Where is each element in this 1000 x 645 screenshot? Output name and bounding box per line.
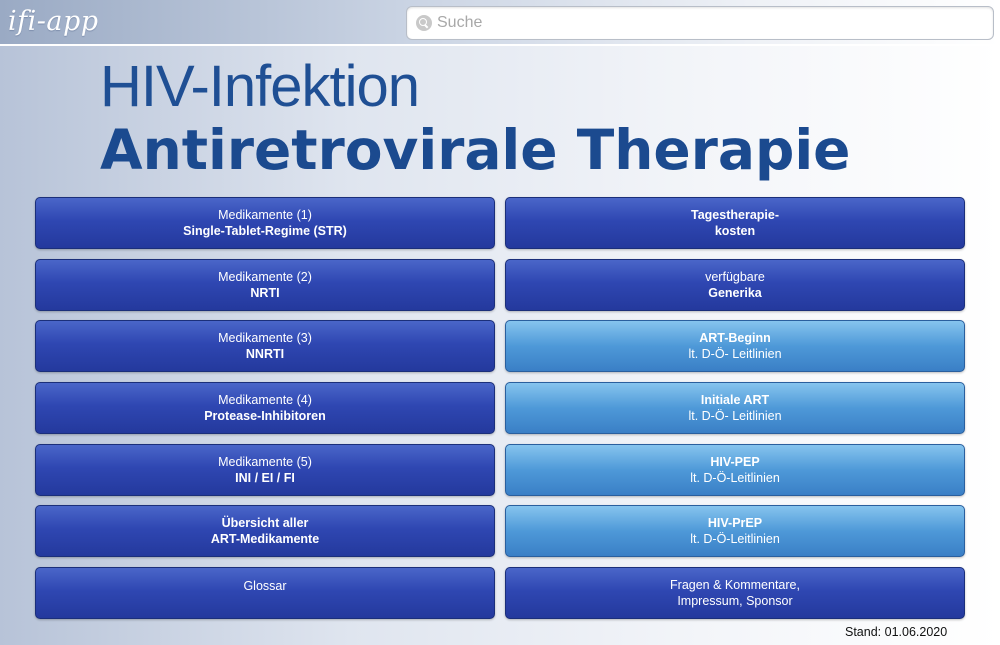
art-beginn-button[interactable]: ART-Beginn lt. D-Ö- Leitlinien bbox=[505, 320, 965, 372]
top-bar: ifi-app bbox=[0, 0, 1000, 46]
button-line1: Medikamente (4) bbox=[218, 393, 312, 407]
hiv-prep-button[interactable]: HIV-PrEP lt. D-Ö-Leitlinien bbox=[505, 505, 965, 557]
button-line1: ART-Beginn bbox=[699, 331, 771, 345]
button-line2: NRTI bbox=[250, 286, 280, 300]
button-line2: Generika bbox=[708, 286, 762, 300]
button-line1: Übersicht aller bbox=[221, 516, 309, 530]
hiv-pep-button[interactable]: HIV-PEP lt. D-Ö-Leitlinien bbox=[505, 444, 965, 496]
button-line2: NNRTI bbox=[245, 347, 285, 361]
medikamente-2-button[interactable]: Medikamente (2) NRTI bbox=[35, 259, 495, 311]
button-line1: Initiale ART bbox=[700, 393, 770, 407]
button-line2: INI / EI / FI bbox=[235, 471, 295, 485]
medikamente-3-button[interactable]: Medikamente (3) NNRTI bbox=[35, 320, 495, 372]
button-line1: Glossar bbox=[243, 579, 287, 593]
tagestherapiekosten-button[interactable]: Tagestherapie- kosten bbox=[505, 197, 965, 249]
button-line2: lt. D-Ö-Leitlinien bbox=[690, 532, 780, 546]
button-line1: HIV-PrEP bbox=[707, 516, 763, 530]
generika-button[interactable]: verfügbare Generika bbox=[505, 259, 965, 311]
page-subtitle: Antiretrovirale Therapie bbox=[100, 118, 851, 182]
initiale-art-button[interactable]: Initiale ART lt. D-Ö- Leitlinien bbox=[505, 382, 965, 434]
glossar-button[interactable]: Glossar bbox=[35, 567, 495, 619]
button-line1: Fragen & Kommentare, bbox=[670, 578, 800, 592]
search-box[interactable] bbox=[406, 6, 994, 40]
button-line2: ART-Medikamente bbox=[210, 532, 320, 546]
medikamente-5-button[interactable]: Medikamente (5) INI / EI / FI bbox=[35, 444, 495, 496]
button-line2: Impressum, Sponsor bbox=[677, 594, 793, 608]
uebersicht-medikamente-button[interactable]: Übersicht aller ART-Medikamente bbox=[35, 505, 495, 557]
button-line1: Medikamente (1) bbox=[218, 208, 312, 222]
button-line2: lt. D-Ö-Leitlinien bbox=[690, 471, 780, 485]
button-line1: HIV-PEP bbox=[710, 455, 760, 469]
medikamente-4-button[interactable]: Medikamente (4) Protease-Inhibitoren bbox=[35, 382, 495, 434]
button-line2: lt. D-Ö- Leitlinien bbox=[688, 409, 782, 423]
button-line1: Medikamente (3) bbox=[218, 331, 312, 345]
button-line1: Medikamente (2) bbox=[218, 270, 312, 284]
button-line1: Medikamente (5) bbox=[218, 455, 312, 469]
button-line2: Single-Tablet-Regime (STR) bbox=[183, 224, 347, 238]
page-title: HIV-Infektion bbox=[100, 54, 420, 119]
app-logo: ifi-app bbox=[8, 6, 99, 37]
stand-date: Stand: 01.06.2020 bbox=[845, 625, 948, 639]
fragen-kommentare-button[interactable]: Fragen & Kommentare, Impressum, Sponsor bbox=[505, 567, 965, 619]
button-line2: Protease-Inhibitoren bbox=[204, 409, 326, 423]
button-line2: lt. D-Ö- Leitlinien bbox=[688, 347, 782, 361]
button-line1: Tagestherapie- bbox=[691, 208, 779, 222]
medikamente-1-button[interactable]: Medikamente (1) Single-Tablet-Regime (ST… bbox=[35, 197, 495, 249]
search-icon bbox=[416, 15, 432, 31]
button-line2: kosten bbox=[714, 224, 756, 238]
search-input[interactable] bbox=[437, 8, 993, 38]
button-line1: verfügbare bbox=[705, 270, 765, 284]
